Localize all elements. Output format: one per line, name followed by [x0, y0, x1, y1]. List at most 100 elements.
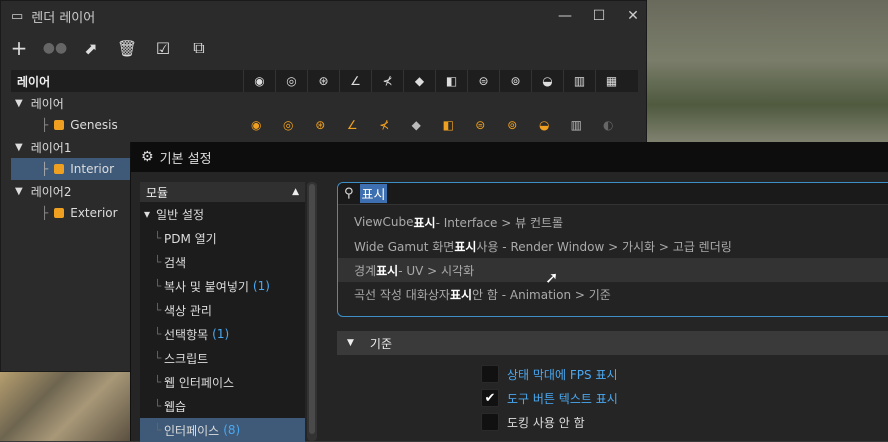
eye-gear2-icon[interactable]: ⊚	[499, 70, 531, 92]
checkbox-box[interactable]	[481, 413, 499, 431]
dialog-title: 기본 설정	[159, 151, 212, 167]
delete-icon[interactable]: 🗑	[115, 36, 139, 60]
layer-row-selected[interactable]: ├ Interior	[11, 158, 131, 180]
section-header[interactable]: ▼ 기준	[337, 331, 888, 355]
bars-icon[interactable]: ▥	[563, 70, 595, 92]
eye-gear-icon[interactable]: ⊛	[304, 114, 336, 136]
suggestion-path: 사용 - Render Window > 가시화 > 고급 렌더링	[476, 239, 732, 254]
suggestion-text: 경계	[354, 263, 377, 278]
module-item[interactable]: └ 웹 인터페이스	[140, 370, 305, 394]
module-item[interactable]: └ 검색	[140, 250, 305, 274]
angle-strike-icon[interactable]: ⊀	[368, 114, 400, 136]
module-item[interactable]: └ 복사 및 붙여넣기 (1)	[140, 274, 305, 298]
select-icon[interactable]: ⬈	[79, 36, 103, 60]
eye-search-icon[interactable]: ◎	[275, 70, 307, 92]
expand-icon[interactable]: ▼	[15, 186, 23, 197]
suggestion-path: - UV > 시각화	[398, 263, 475, 278]
layer-label: 레이어	[30, 96, 64, 111]
search-suggestion[interactable]: 경계 표시 - UV > 시각화	[338, 258, 888, 282]
tree-branch-icon: └	[154, 255, 162, 269]
angle-icon[interactable]: ∠	[339, 70, 371, 92]
module-label: 복사 및 붙여넣기	[164, 279, 249, 294]
angle-icon[interactable]: ∠	[336, 114, 368, 136]
eye-gear2-icon[interactable]: ⊚	[496, 114, 528, 136]
mouse-cursor-icon: ➚	[545, 268, 559, 287]
layer-row[interactable]: ▼ 레이어	[11, 92, 638, 114]
merge-icon[interactable]: ●●	[43, 36, 67, 60]
hat-icon[interactable]: ◒	[528, 114, 560, 136]
eye-icon[interactable]: ◉	[240, 114, 272, 136]
scrollbar-thumb[interactable]	[309, 184, 315, 434]
tree-branch-icon: ├	[41, 206, 49, 220]
search-value[interactable]: 표시	[359, 184, 388, 203]
module-label: 검색	[164, 255, 187, 270]
sort-up-icon[interactable]: ▲	[292, 187, 299, 197]
modules-header[interactable]: 모듈 ▲	[140, 182, 305, 202]
expand-icon[interactable]: ▼	[15, 98, 23, 109]
module-label: PDM 열기	[164, 231, 217, 246]
check-icon[interactable]: ☑	[151, 36, 175, 60]
modules-header-label: 모듈	[146, 185, 169, 200]
hat-icon[interactable]: ◒	[531, 70, 563, 92]
layer-row[interactable]: ├ Genesis ◉ ◎ ⊛ ∠ ⊀ ◆ ◧ ⊜ ⊚ ◒ ▥ ◐	[11, 114, 638, 136]
layer-label: 레이어2	[30, 184, 72, 199]
module-label: 선택항목	[164, 327, 209, 342]
grid-bars-icon[interactable]: ◐	[592, 114, 624, 136]
section-label: 기준	[369, 336, 393, 351]
layer-toolbar: + ●● ⬈ 🗑 ☑ ⧉	[1, 31, 646, 65]
clear-icon[interactable]: ⧉	[187, 36, 211, 60]
module-label: 스크립트	[164, 351, 209, 366]
checkbox-box[interactable]	[481, 365, 499, 383]
minimize-icon[interactable]: —	[552, 8, 578, 24]
cube-shade-icon[interactable]: ◧	[432, 114, 464, 136]
layer-label: Interior	[70, 162, 115, 176]
search-suggestion[interactable]: Wide Gamut 화면 표시 사용 - Render Window > 가시화…	[338, 234, 888, 258]
layer-color-icon	[54, 120, 65, 130]
collapse-icon[interactable]: ▼	[347, 338, 354, 348]
suggestion-match: 표시	[376, 263, 399, 278]
tree-branch-icon: └	[154, 279, 162, 293]
bars-icon[interactable]: ▥	[560, 114, 592, 136]
expand-icon[interactable]: ▼	[15, 142, 23, 153]
strike-eye-icon[interactable]: ⊜	[464, 114, 496, 136]
module-item[interactable]: ▾ 일반 설정	[140, 202, 305, 226]
search-icon: ⚲	[344, 186, 354, 201]
cube-icon[interactable]: ◆	[400, 114, 432, 136]
eye-gear-icon[interactable]: ⊛	[307, 70, 339, 92]
maximize-icon[interactable]: ☐	[586, 8, 612, 24]
gear-icon: ⚙	[141, 149, 154, 165]
strike-eye-icon[interactable]: ⊜	[467, 70, 499, 92]
checkmark-icon[interactable]: ✔	[481, 389, 499, 407]
modules-panel: 모듈 ▲ ▾ 일반 설정 └ PDM 열기 └ 검색 └ 복사 및 붙여넣기 (1) └ 색상 관리…	[140, 182, 305, 442]
module-item[interactable]: └ 색상 관리	[140, 298, 305, 322]
modules-scrollbar[interactable]	[307, 182, 317, 441]
cube-shade-icon[interactable]: ◧	[435, 70, 467, 92]
module-label: 인터페이스	[164, 423, 220, 438]
tree-branch-icon: └	[154, 423, 162, 437]
suggestion-match: 표시	[413, 215, 436, 230]
expand-icon[interactable]: ▾	[144, 207, 150, 221]
module-count: (1)	[252, 279, 270, 293]
tree-branch-icon: └	[154, 351, 162, 365]
eye-search-icon[interactable]: ◎	[272, 114, 304, 136]
tool-text-checkbox[interactable]: ✔ 도구 버튼 텍스트 표시	[481, 388, 618, 408]
window-icon: ▭	[11, 8, 24, 24]
search-suggestion[interactable]: 곡선 작성 대화상자 표시 안 함 - Animation > 기준	[338, 282, 888, 306]
grid-bars-icon[interactable]: ▦	[595, 70, 627, 92]
cube-icon[interactable]: ◆	[403, 70, 435, 92]
fps-checkbox[interactable]: 상태 막대에 FPS 표시	[481, 364, 617, 384]
docking-checkbox[interactable]: 도킹 사용 안 함	[481, 412, 585, 432]
close-icon[interactable]: ✕	[620, 8, 646, 24]
module-item[interactable]: └ 인터페이스 (8)	[140, 418, 305, 442]
preferences-dialog: ⚙ 기본 설정 모듈 ▲ ▾ 일반 설정 └ PDM 열기 └ 검색 └ 복사 및 붙여넣기(…	[130, 142, 888, 442]
suggestion-text: 곡선 작성 대화상자	[354, 287, 450, 302]
module-item[interactable]: └ 웹습	[140, 394, 305, 418]
angle-strike-icon[interactable]: ⊀	[371, 70, 403, 92]
search-input[interactable]: ⚲ 표시	[338, 183, 888, 205]
add-icon[interactable]: +	[7, 36, 31, 60]
eye-icon[interactable]: ◉	[243, 70, 275, 92]
module-item[interactable]: └ 스크립트	[140, 346, 305, 370]
module-item[interactable]: └ 선택항목 (1)	[140, 322, 305, 346]
search-suggestion[interactable]: ViewCube 표시 - Interface > 뷰 컨트롤	[338, 210, 888, 234]
module-item[interactable]: └ PDM 열기	[140, 226, 305, 250]
